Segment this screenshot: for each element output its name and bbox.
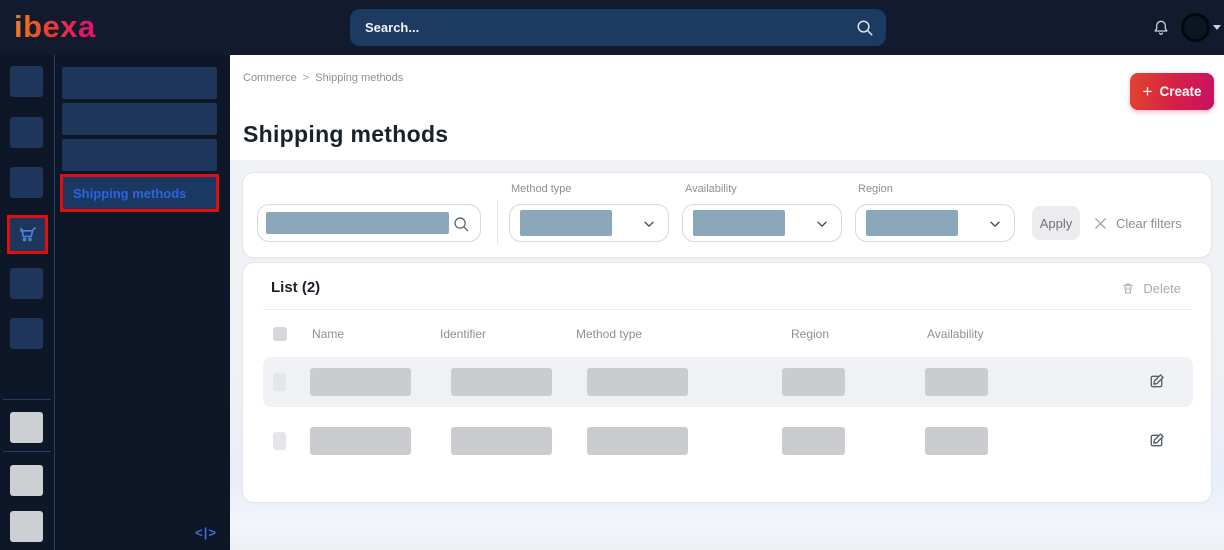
placeholder-block: [266, 212, 449, 234]
menu-panel: Shipping methods <|>: [55, 55, 230, 550]
filter-search-input[interactable]: [257, 204, 481, 242]
create-button[interactable]: + Create: [1130, 73, 1214, 110]
delete-button-label: Delete: [1143, 281, 1181, 296]
sidebar-icon-rail: [0, 55, 55, 550]
placeholder-block: [520, 210, 612, 236]
top-bar: ibexa: [0, 0, 1224, 55]
method-type-select[interactable]: [509, 204, 669, 242]
global-search: [350, 9, 886, 46]
shopping-cart-icon: [19, 227, 37, 242]
column-header-identifier[interactable]: Identifier: [440, 327, 486, 341]
table-row[interactable]: [263, 357, 1193, 407]
placeholder-block: [693, 210, 785, 236]
rail-divider: [3, 399, 51, 400]
close-icon: [1095, 217, 1106, 229]
column-header-region[interactable]: Region: [791, 327, 829, 341]
sidebar-item-1[interactable]: [10, 66, 43, 97]
menu-item-2[interactable]: [62, 103, 217, 135]
placeholder-block: [866, 210, 958, 236]
placeholder-block: [451, 368, 552, 396]
clear-filters-button[interactable]: Clear filters: [1093, 206, 1182, 240]
placeholder-block: [782, 368, 845, 396]
chevron-down-icon: [815, 217, 829, 231]
global-search-input[interactable]: [350, 9, 886, 46]
sidebar-item-2[interactable]: [10, 117, 43, 148]
column-header-name[interactable]: Name: [312, 327, 344, 341]
sidebar-item-6[interactable]: [10, 318, 43, 349]
row-checkbox[interactable]: [273, 373, 286, 391]
plus-icon: +: [1142, 82, 1153, 101]
user-menu-caret-icon[interactable]: [1213, 25, 1221, 30]
region-label: Region: [858, 183, 893, 195]
placeholder-block: [782, 427, 845, 455]
app-window: ibexa Search... Shipping methods <|> Com…: [0, 0, 1224, 550]
clear-filters-label: Clear filters: [1116, 215, 1182, 231]
breadcrumb-shipping-methods: Shipping methods: [315, 72, 404, 84]
method-type-label: Method type: [511, 183, 572, 195]
column-header-availability[interactable]: Availability: [927, 327, 983, 341]
edit-button[interactable]: [1147, 372, 1166, 391]
edit-button[interactable]: [1147, 431, 1166, 450]
sidebar-item-commerce-highlighted[interactable]: [7, 215, 48, 254]
search-icon[interactable]: [452, 215, 470, 233]
sidebar-item-5[interactable]: [10, 268, 43, 299]
panel-collapse-icon[interactable]: <|>: [195, 525, 217, 540]
table-row[interactable]: [263, 416, 1193, 466]
breadcrumb: Commerce > Shipping methods: [243, 72, 403, 84]
search-icon[interactable]: [855, 18, 874, 37]
edit-icon: [1150, 433, 1164, 447]
list-header-divider: [263, 309, 1191, 310]
delete-button[interactable]: Delete: [1120, 280, 1181, 297]
filters-bar: Method type Availability Region Apply Cl…: [242, 172, 1212, 258]
placeholder-block: [310, 427, 411, 455]
ibexa-logo[interactable]: ibexa: [14, 8, 96, 46]
page-title: Shipping methods: [243, 121, 449, 147]
placeholder-block: [451, 427, 552, 455]
breadcrumb-separator: >: [302, 72, 310, 84]
sidebar-bottom-item-1[interactable]: [10, 412, 43, 443]
main-content: Commerce > Shipping methods + Create Shi…: [230, 55, 1224, 550]
sidebar-bottom-item-2[interactable]: [10, 465, 43, 496]
column-header-method-type[interactable]: Method type: [576, 327, 642, 341]
chevron-down-icon: [988, 217, 1002, 231]
rail-divider: [3, 451, 51, 452]
notifications-bell-icon[interactable]: [1151, 18, 1171, 40]
placeholder-block: [587, 368, 688, 396]
create-button-label: Create: [1159, 84, 1202, 99]
placeholder-block: [925, 368, 988, 396]
region-select[interactable]: [855, 204, 1015, 242]
availability-label: Availability: [685, 183, 737, 195]
trash-icon: [1124, 283, 1133, 294]
menu-item-1[interactable]: [62, 67, 217, 99]
menu-item-shipping-methods[interactable]: Shipping methods: [60, 174, 219, 212]
sidebar-bottom-item-3[interactable]: [10, 511, 43, 542]
chevron-down-icon: [642, 217, 656, 231]
placeholder-block: [310, 368, 411, 396]
shipping-methods-list: List (2) Delete Name Identifier Method t…: [242, 262, 1212, 503]
list-title: List (2): [271, 279, 321, 296]
user-avatar[interactable]: [1181, 13, 1210, 42]
select-all-checkbox[interactable]: [273, 327, 287, 341]
sidebar-item-3[interactable]: [10, 167, 43, 198]
availability-select[interactable]: [682, 204, 842, 242]
edit-icon: [1150, 374, 1164, 388]
breadcrumb-commerce[interactable]: Commerce: [243, 72, 297, 84]
menu-item-3[interactable]: [62, 139, 217, 171]
placeholder-block: [925, 427, 988, 455]
menu-item-label: Shipping methods: [73, 185, 187, 201]
filter-divider: [497, 200, 498, 244]
apply-button[interactable]: Apply: [1032, 206, 1080, 240]
placeholder-block: [587, 427, 688, 455]
row-checkbox[interactable]: [273, 432, 286, 450]
